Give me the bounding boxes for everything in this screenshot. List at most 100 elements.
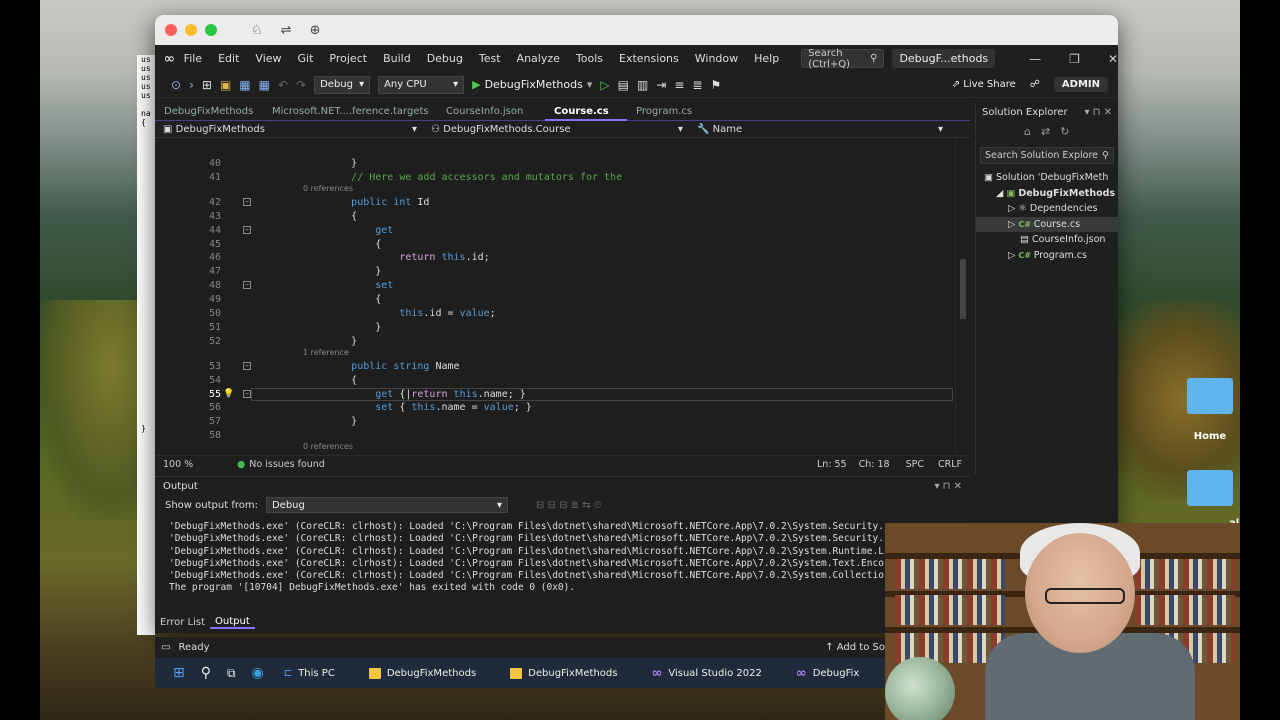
code-line[interactable]: 48 − set bbox=[155, 279, 963, 292]
expand-arrow-icon[interactable]: ▷ bbox=[1008, 219, 1018, 230]
switch-views-icon[interactable]: ⇄ bbox=[1041, 125, 1050, 138]
code-line[interactable]: 51 } bbox=[155, 321, 963, 334]
back-icon[interactable]: ⊙ bbox=[171, 78, 181, 92]
code-line[interactable]: 44 − get bbox=[155, 224, 963, 237]
editor-vertical-scrollbar[interactable] bbox=[955, 139, 969, 453]
task-view-icon[interactable]: ⧉ bbox=[219, 658, 244, 688]
tree-item[interactable]: ▷ C# Program.cs bbox=[976, 248, 1118, 264]
tab-courseinfo-json[interactable]: CourseInfo.json bbox=[437, 103, 545, 121]
restore-icon[interactable]: ❐ bbox=[1069, 52, 1080, 66]
hot-reload-icon[interactable]: ▤ bbox=[618, 78, 629, 92]
pin-icon[interactable]: ▾ ⊓ ✕ bbox=[1084, 107, 1112, 118]
issues-indicator[interactable]: No issues found bbox=[249, 459, 325, 470]
code-line[interactable]: 47 } bbox=[155, 265, 963, 278]
fold-toggle-icon[interactable]: − bbox=[243, 361, 251, 370]
new-project-icon[interactable]: ⊞ bbox=[202, 78, 212, 92]
expand-arrow-icon[interactable]: ▷ bbox=[1008, 250, 1018, 261]
fold-toggle-icon[interactable]: − bbox=[243, 281, 251, 290]
tab-program-cs[interactable]: Program.cs bbox=[627, 103, 735, 121]
forward-icon[interactable]: › bbox=[189, 78, 194, 92]
taskbar-item[interactable]: ∞ DebugFix bbox=[784, 658, 881, 688]
close-window-button[interactable] bbox=[165, 24, 177, 36]
solution-name-badge[interactable]: DebugF...ethods bbox=[892, 49, 996, 68]
platform-dropdown[interactable]: Any CPU ▾ bbox=[378, 75, 465, 94]
code-line[interactable]: 40 } bbox=[155, 157, 963, 170]
code-line[interactable]: 58 bbox=[155, 429, 963, 442]
code-text[interactable]: } bbox=[303, 335, 357, 348]
code-text[interactable]: // Here we add accessors and mutators fo… bbox=[303, 171, 622, 184]
live-share-button[interactable]: ⇗ Live Share bbox=[952, 79, 1016, 90]
tree-item[interactable]: ▷ ⚛ Dependencies bbox=[976, 201, 1118, 217]
menu-build[interactable]: Build bbox=[375, 52, 419, 65]
expand-arrow-icon[interactable]: ◢ bbox=[996, 188, 1006, 199]
taskbar-item[interactable]: ∞ Visual Studio 2022 bbox=[639, 658, 783, 688]
search-icon[interactable]: ⚲ bbox=[193, 658, 219, 688]
code-text[interactable]: { bbox=[303, 293, 381, 306]
code-line[interactable]: 54 { bbox=[155, 374, 963, 387]
solution-search-input[interactable]: Search Solution Explore ⚲ bbox=[980, 147, 1114, 164]
network-icon[interactable]: ⊕ bbox=[310, 23, 321, 38]
sync-icon[interactable]: ↻ bbox=[1060, 125, 1069, 138]
configuration-dropdown[interactable]: Debug ▾ bbox=[314, 75, 371, 94]
code-line[interactable]: 57 } bbox=[155, 415, 963, 428]
close-icon[interactable]: ▾ ⊓ ✕ bbox=[934, 481, 962, 492]
code-line[interactable]: 42 − public int Id bbox=[155, 196, 963, 209]
redo-icon[interactable]: ↷ bbox=[296, 78, 306, 92]
menu-project[interactable]: Project bbox=[321, 52, 375, 65]
code-lens[interactable]: 1 reference bbox=[303, 348, 349, 357]
output-tab-output[interactable]: Output bbox=[210, 616, 255, 629]
code-text[interactable]: { bbox=[303, 238, 381, 251]
menu-analyze[interactable]: Analyze bbox=[509, 52, 568, 65]
minimize-window-button[interactable] bbox=[185, 24, 197, 36]
code-text[interactable]: set { this.name = value; } bbox=[303, 401, 532, 414]
code-text[interactable]: set bbox=[303, 279, 393, 292]
diagnostic-icon[interactable]: ▥ bbox=[637, 78, 648, 92]
code-text[interactable]: public string Name bbox=[303, 360, 459, 373]
code-text[interactable]: } bbox=[303, 321, 381, 334]
comment-icon[interactable]: ≣ bbox=[692, 78, 702, 92]
tree-item[interactable]: ◢ ▣ DebugFixMethods bbox=[976, 186, 1118, 202]
taskbar-item[interactable]: DebugFixMethods bbox=[357, 658, 498, 688]
zoom-level[interactable]: 100 % bbox=[155, 459, 213, 470]
taskbar-item[interactable]: DebugFixMethods bbox=[498, 658, 639, 688]
code-editor[interactable]: 40 } 41 // Here we add accessors and muta… bbox=[155, 139, 963, 453]
code-lens[interactable]: 0 references bbox=[303, 184, 353, 193]
desktop-folder-2[interactable] bbox=[1182, 470, 1238, 506]
tree-item[interactable]: ▤ CourseInfo.json bbox=[976, 232, 1118, 248]
output-toolbar-icons[interactable]: ⊟ ⊟ ⊟ ≣ ⇆ ⏲ bbox=[536, 500, 602, 511]
code-line[interactable]: 46 return this.id; bbox=[155, 251, 963, 264]
expand-arrow-icon[interactable]: ▷ bbox=[1008, 203, 1018, 214]
home-icon[interactable]: ⌂ bbox=[1024, 125, 1031, 138]
whitespace-indicator[interactable]: SPC bbox=[906, 459, 924, 470]
line-ending-indicator[interactable]: CRLF bbox=[938, 459, 962, 470]
code-text[interactable]: } bbox=[303, 415, 357, 428]
output-text[interactable]: 'DebugFixMethods.exe' (CoreCLR: clrhost)… bbox=[155, 519, 965, 599]
start-icon[interactable]: ⊞ bbox=[165, 658, 193, 688]
tree-item[interactable]: ▷ C# Course.cs bbox=[976, 216, 1118, 232]
code-line[interactable]: 43 { bbox=[155, 210, 963, 223]
usb-icon[interactable]: ⇌ bbox=[281, 23, 292, 38]
zoom-window-button[interactable] bbox=[205, 24, 217, 36]
background-terminal[interactable]: us us us us us na{ } bbox=[137, 55, 155, 635]
desktop-home-folder[interactable]: Home bbox=[1182, 378, 1238, 442]
lightbulb-icon[interactable]: 💡 bbox=[223, 388, 234, 401]
fold-toggle-icon[interactable]: − bbox=[243, 389, 251, 398]
project-dropdown[interactable]: ▣ DebugFixMethods ▾ bbox=[155, 122, 423, 138]
code-lens[interactable]: 0 references bbox=[303, 442, 353, 451]
undo-icon[interactable]: ↶ bbox=[278, 78, 288, 92]
code-line[interactable]: 53 − public string Name bbox=[155, 360, 963, 373]
edge-icon[interactable]: ◉ bbox=[244, 658, 272, 688]
menu-git[interactable]: Git bbox=[290, 52, 322, 65]
tab-microsoft-net-ference-targets[interactable]: Microsoft.NET....ference.targets bbox=[263, 103, 437, 121]
code-line[interactable]: 49 { bbox=[155, 293, 963, 306]
taskbar-item[interactable]: ⊏ This PC bbox=[272, 658, 357, 688]
code-line[interactable]: 41 // Here we add accessors and mutators… bbox=[155, 171, 963, 184]
code-text[interactable]: } bbox=[303, 265, 381, 278]
search-box[interactable]: Search (Ctrl+Q) ⚲ bbox=[801, 48, 885, 70]
menu-debug[interactable]: Debug bbox=[419, 52, 471, 65]
code-text[interactable]: return this.id; bbox=[303, 251, 489, 264]
output-source-dropdown[interactable]: Debug ▾ bbox=[265, 497, 508, 513]
menu-window[interactable]: Window bbox=[687, 52, 746, 65]
feedback-icon[interactable]: ☍ bbox=[1030, 79, 1040, 90]
start-debugging-button[interactable]: ▶ DebugFixMethods ▾ bbox=[472, 78, 592, 91]
